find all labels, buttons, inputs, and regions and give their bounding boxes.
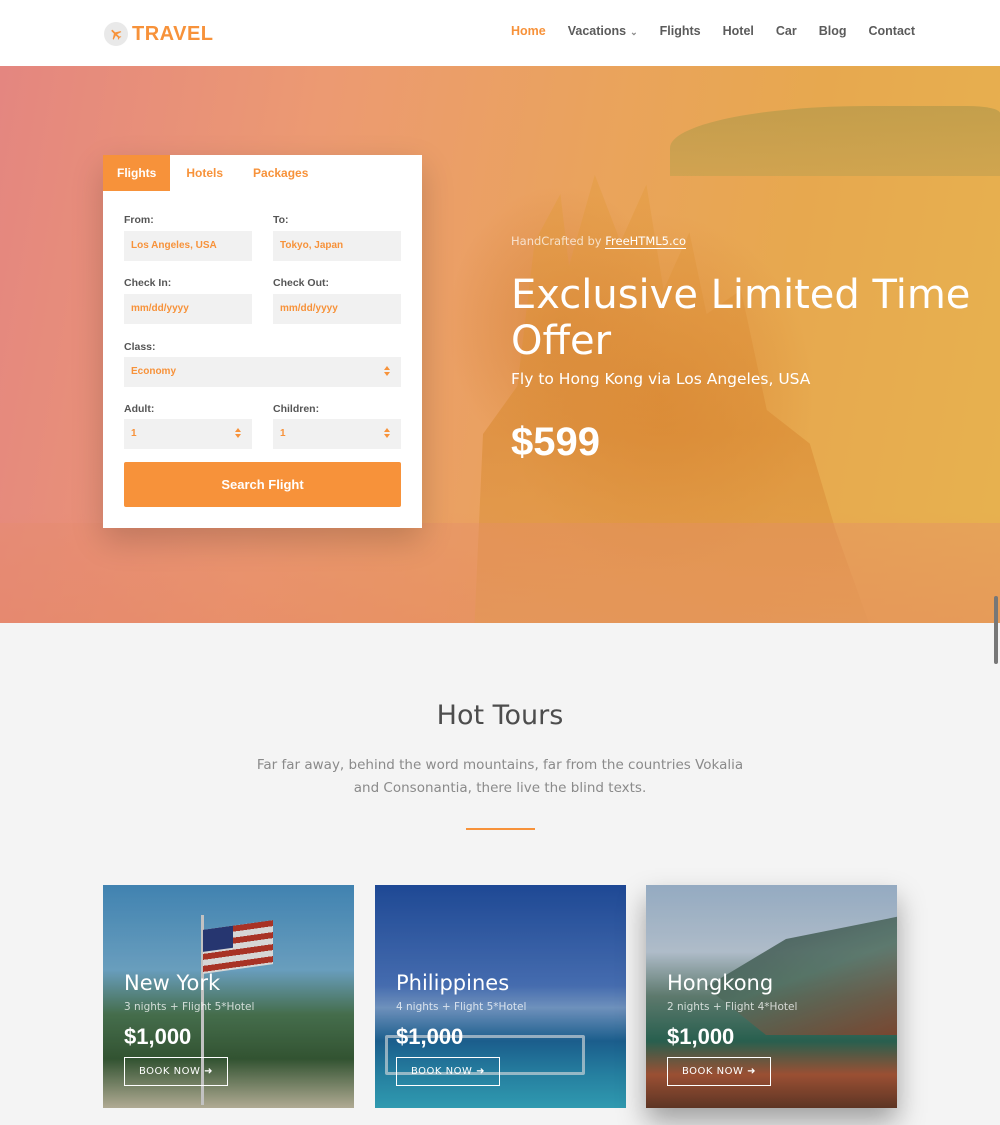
hero-title: Exclusive Limited Time Offer — [511, 272, 971, 364]
checkin-field[interactable]: mm/dd/yyyy — [124, 294, 252, 324]
tab-flights[interactable]: Flights — [103, 155, 171, 191]
arrow-right-icon: ➜ — [204, 1066, 213, 1077]
credit-prefix: HandCrafted by — [511, 234, 602, 248]
nav-item-label: Vacations — [567, 24, 627, 38]
tour-price: $1,000 — [667, 1024, 735, 1049]
class-select[interactable]: Economy — [124, 357, 401, 387]
site-header: TRAVEL Home Vacations ⌄ Flights Hotel Car… — [0, 0, 1000, 66]
hero-price: $599 — [511, 420, 600, 464]
chevron-down-icon: ⌄ — [630, 27, 638, 37]
nav-item-car[interactable]: Car — [776, 24, 797, 38]
logo-text: TRAVEL — [132, 22, 214, 45]
booking-tabs: Flights Hotels Packages — [103, 155, 422, 191]
tour-price: $1,000 — [396, 1024, 464, 1049]
book-now-button[interactable]: BOOK NOW ➜ — [667, 1057, 771, 1086]
to-field[interactable]: Tokyo, Japan — [273, 231, 401, 261]
hero-credit: HandCrafted by FreeHTML5.co — [511, 234, 686, 249]
main-nav: Home Vacations ⌄ Flights Hotel Car Blog C… — [511, 24, 937, 38]
nav-item-vacations[interactable]: Vacations ⌄ — [568, 24, 638, 38]
nav-item-home[interactable]: Home — [511, 24, 546, 38]
tour-card-philippines[interactable]: Philippines 4 nights + Flight 5*Hotel $1… — [375, 885, 626, 1108]
adult-label: Adult: — [124, 403, 155, 415]
to-label: To: — [273, 214, 289, 226]
class-label: Class: — [124, 341, 156, 353]
book-now-button[interactable]: BOOK NOW ➜ — [396, 1057, 500, 1086]
adult-value: 1 — [131, 428, 137, 439]
plane-icon — [104, 22, 128, 46]
search-flight-button[interactable]: Search Flight — [124, 462, 401, 507]
tour-name: Hongkong — [667, 971, 774, 995]
book-now-button[interactable]: BOOK NOW ➜ — [124, 1057, 228, 1086]
credit-link[interactable]: FreeHTML5.co — [605, 234, 686, 249]
children-value: 1 — [280, 428, 286, 439]
tour-meta: 2 nights + Flight 4*Hotel — [667, 1001, 798, 1013]
from-label: From: — [124, 214, 154, 226]
tab-packages[interactable]: Packages — [239, 155, 322, 191]
from-field[interactable]: Los Angeles, USA — [124, 231, 252, 261]
book-now-label: BOOK NOW — [411, 1066, 473, 1077]
nav-item-flights[interactable]: Flights — [660, 24, 701, 38]
checkin-label: Check In: — [124, 277, 172, 289]
select-arrows-icon — [235, 428, 241, 438]
checkout-field[interactable]: mm/dd/yyyy — [273, 294, 401, 324]
section-description: Far far away, behind the word mountains,… — [256, 757, 744, 796]
logo[interactable]: TRAVEL — [104, 22, 214, 46]
tour-price: $1,000 — [124, 1024, 192, 1049]
class-value: Economy — [131, 366, 177, 377]
checkout-label: Check Out: — [273, 277, 330, 289]
tour-meta: 3 nights + Flight 5*Hotel — [124, 1001, 255, 1013]
tour-name: New York — [124, 971, 221, 995]
page-scrollbar[interactable] — [994, 596, 998, 664]
hero-subtitle: Fly to Hong Kong via Los Angeles, USA — [511, 370, 811, 388]
hero-background-water — [0, 523, 1000, 623]
booking-form: Flights Hotels Packages From: Los Angele… — [103, 155, 422, 528]
children-select[interactable]: 1 — [273, 419, 401, 449]
tour-name: Philippines — [396, 971, 510, 995]
book-now-label: BOOK NOW — [139, 1066, 201, 1077]
nav-item-blog[interactable]: Blog — [819, 24, 847, 38]
adult-select[interactable]: 1 — [124, 419, 252, 449]
tour-meta: 4 nights + Flight 5*Hotel — [396, 1001, 527, 1013]
select-arrows-icon — [384, 428, 390, 438]
arrow-right-icon: ➜ — [747, 1066, 756, 1077]
tab-hotels[interactable]: Hotels — [172, 155, 237, 191]
select-arrows-icon — [384, 366, 390, 376]
tour-card-new-york[interactable]: New York 3 nights + Flight 5*Hotel $1,00… — [103, 885, 354, 1108]
tour-card-hongkong[interactable]: Hongkong 2 nights + Flight 4*Hotel $1,00… — [646, 885, 897, 1108]
book-now-label: BOOK NOW — [682, 1066, 744, 1077]
arrow-right-icon: ➜ — [476, 1066, 485, 1077]
nav-item-contact[interactable]: Contact — [869, 24, 916, 38]
section-divider — [466, 828, 535, 830]
hero-background-hills — [670, 106, 1000, 176]
section-title: Hot Tours — [436, 700, 564, 731]
children-label: Children: — [273, 403, 320, 415]
nav-item-hotel[interactable]: Hotel — [723, 24, 754, 38]
booking-body: From: Los Angeles, USA To: Tokyo, Japan … — [103, 191, 422, 528]
